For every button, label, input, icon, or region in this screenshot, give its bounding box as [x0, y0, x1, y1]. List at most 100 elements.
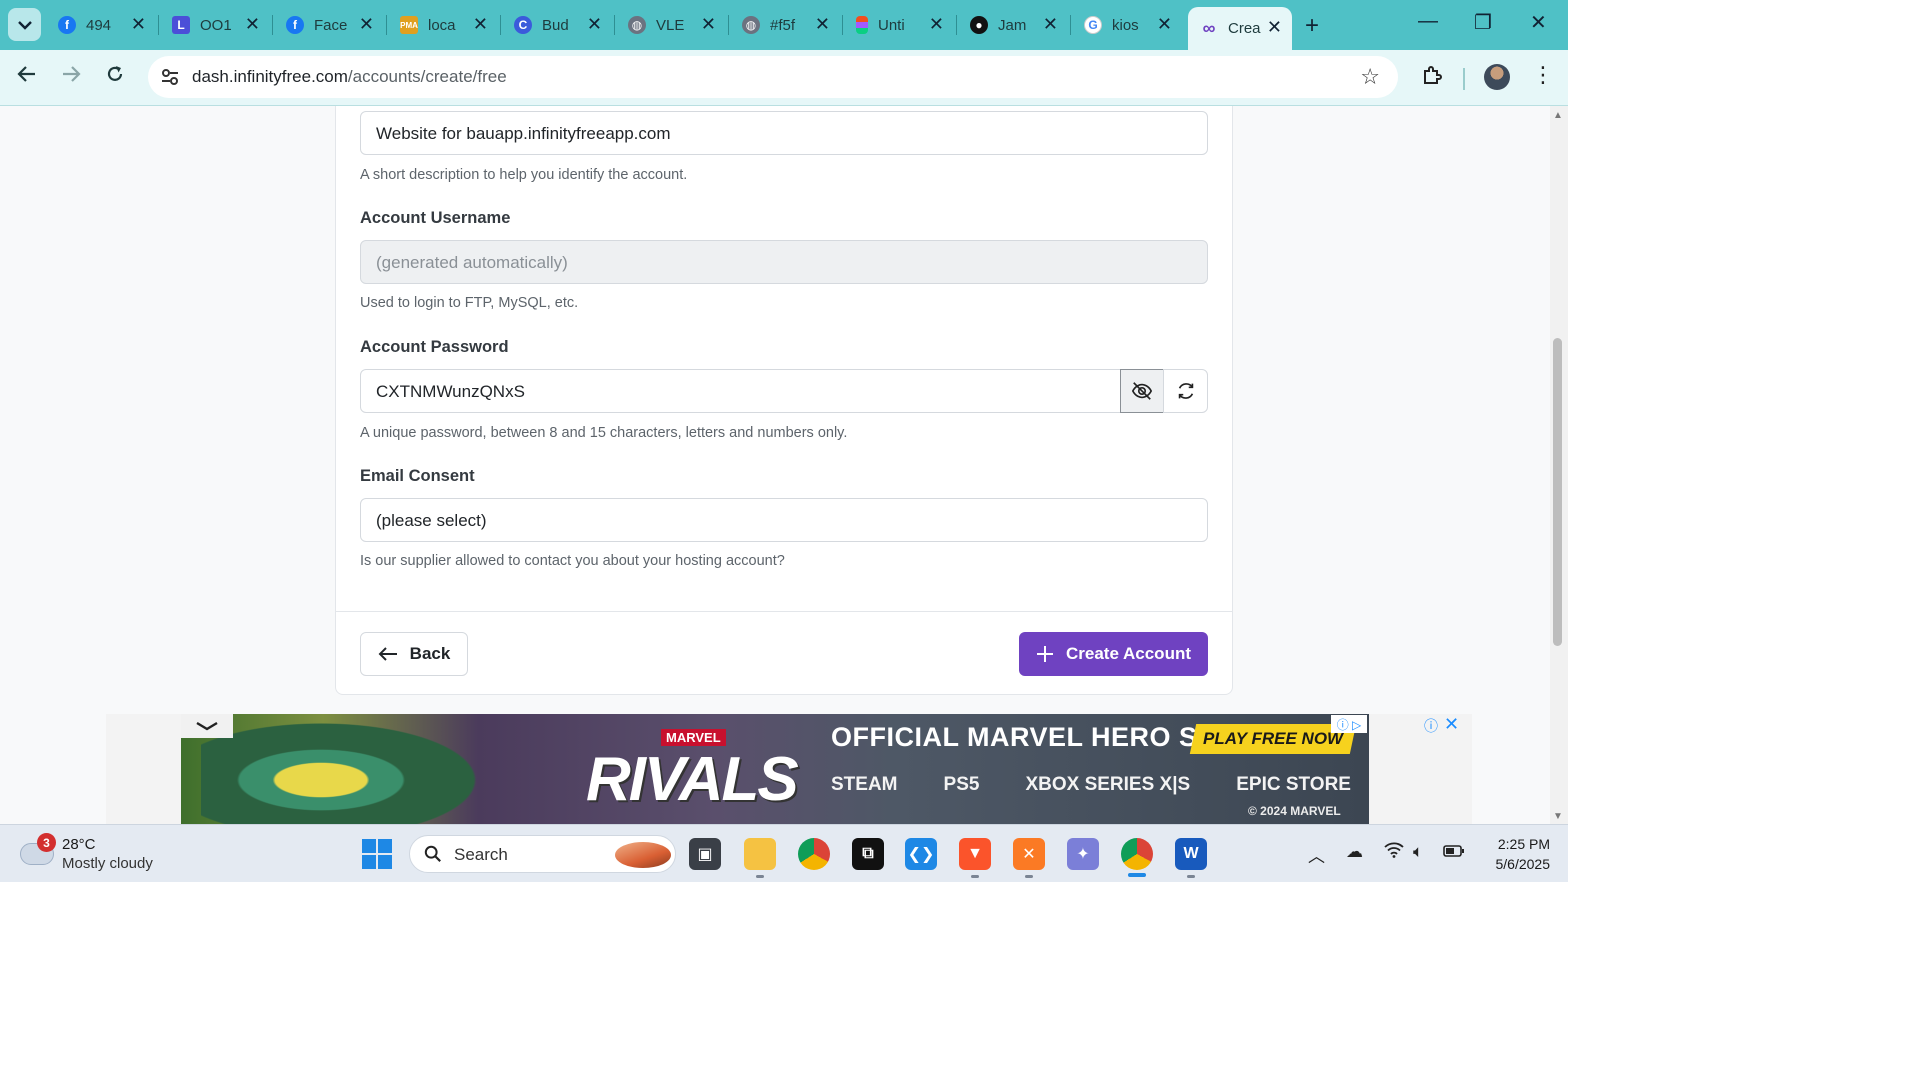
wifi-icon[interactable] [1384, 842, 1404, 863]
create-account-button[interactable]: Create Account [1019, 632, 1208, 676]
tab-infinityfree-active[interactable]: ∞ Crea ✕ [1188, 7, 1292, 50]
xampp-icon[interactable]: ✕ [1013, 838, 1045, 870]
browser-menu-icon[interactable]: ⋮ [1532, 62, 1554, 88]
scroll-up-arrow-icon[interactable]: ▲ [1553, 110, 1563, 121]
create-account-card: Website for bauapp.infinityfreeapp.com A… [335, 106, 1233, 695]
minimize-icon[interactable]: — [1418, 10, 1438, 33]
tab-title: Bud [542, 16, 569, 34]
close-tab-icon[interactable]: ✕ [701, 14, 716, 35]
file-explorer-icon[interactable] [744, 838, 776, 870]
ad-copyright: © 2024 MARVEL [1248, 804, 1341, 818]
close-tab-icon[interactable]: ✕ [473, 14, 488, 35]
close-tab-icon[interactable]: ✕ [1157, 14, 1172, 35]
windows-start-icon[interactable] [362, 839, 392, 869]
network-app-icon[interactable]: ✦ [1067, 838, 1099, 870]
system-clock[interactable]: 2:25 PM 5/6/2025 [1480, 834, 1551, 874]
arrow-left-icon [378, 647, 397, 661]
email-consent-select[interactable]: (please select) [360, 498, 1208, 542]
password-input[interactable]: CXTNMWunzQNxS [360, 369, 1121, 413]
tab-separator [614, 15, 615, 35]
back-button[interactable]: Back [360, 632, 468, 676]
ad-platform-steam: STEAM [831, 774, 898, 795]
close-tab-icon[interactable]: ✕ [359, 14, 374, 35]
tab-separator [386, 15, 387, 35]
tab-phpmyadmin[interactable]: PMA loca ✕ [388, 9, 498, 41]
adchoices-icon[interactable]: ⓘ ▷ [1331, 715, 1367, 733]
word-icon[interactable]: W [1175, 838, 1207, 870]
regenerate-password-button[interactable] [1163, 369, 1208, 413]
refresh-icon [1178, 383, 1193, 399]
close-tab-icon[interactable]: ✕ [245, 14, 260, 35]
toolbar-divider [1463, 68, 1465, 90]
url-host: dash.infinityfree.com [192, 67, 348, 86]
page-scrollbar[interactable]: ▲ ▼ [1550, 106, 1568, 824]
tab-facebook-1[interactable]: f 494 ✕ [46, 9, 156, 41]
volume-icon[interactable]: 🔈︎ [1413, 842, 1423, 862]
globe-icon: ◍ [742, 16, 760, 34]
google-icon: G [1084, 16, 1102, 34]
battery-icon[interactable] [1443, 842, 1465, 862]
ad-container: MARVEL RIVALS OFFICIAL MARVEL HERO SHOOT… [106, 714, 1472, 824]
tab-color[interactable]: ◍ #f5f ✕ [730, 9, 840, 41]
tab-separator [956, 15, 957, 35]
vscode-icon[interactable]: ❮❯ [905, 838, 937, 870]
tab-title: OO1 [200, 16, 232, 34]
toggle-visibility-button[interactable] [1120, 369, 1164, 413]
email-consent-label: Email Consent [360, 467, 475, 485]
phpmyadmin-icon: PMA [400, 16, 418, 34]
tab-strip: f 494 ✕ L OO1 ✕ f Face ✕ PMA loca ✕ C Bu… [0, 0, 1568, 50]
tab-canva[interactable]: C Bud ✕ [502, 9, 612, 41]
ad-collapse-button[interactable] [181, 714, 233, 738]
close-tab-icon[interactable]: ✕ [131, 14, 146, 35]
chevron-down-icon [17, 20, 32, 30]
address-bar[interactable]: dash.infinityfree.com/accounts/create/fr… [148, 56, 1398, 98]
close-tab-icon[interactable]: ✕ [1267, 17, 1282, 38]
close-tab-icon[interactable]: ✕ [1043, 14, 1058, 35]
close-tab-icon[interactable]: ✕ [587, 14, 602, 35]
password-label: Account Password [360, 338, 509, 356]
tab-title: 494 [86, 16, 112, 34]
ad-info-icon[interactable]: ⓘ [1424, 716, 1438, 736]
description-help: A short description to help you identify… [360, 167, 688, 183]
tab-linear[interactable]: L OO1 ✕ [160, 9, 270, 41]
tab-vle[interactable]: ◍ VLE ✕ [616, 9, 726, 41]
close-tab-icon[interactable]: ✕ [815, 14, 830, 35]
chrome-profile-icon[interactable] [1121, 838, 1153, 870]
tab-facebook-2[interactable]: f Face ✕ [274, 9, 384, 41]
windows-taskbar: 3 28°C Mostly cloudy Search ▣ ⧉ ❮❯ ▼ ✕ ✦… [0, 824, 1568, 882]
weather-widget[interactable]: 3 28°C Mostly cloudy [20, 833, 190, 875]
onedrive-error-icon[interactable]: ☁ [1346, 842, 1363, 862]
close-window-icon[interactable]: ✕ [1530, 10, 1547, 35]
app-running-indicator [971, 875, 979, 878]
task-view-icon[interactable]: ▣ [689, 838, 721, 870]
extensions-puzzle-icon[interactable] [1420, 64, 1444, 88]
search-highlight-image [615, 842, 671, 868]
scroll-thumb[interactable] [1553, 338, 1562, 646]
forward-arrow-icon[interactable] [61, 64, 81, 90]
ad-close-icon[interactable]: ✕ [1444, 714, 1459, 735]
tab-github[interactable]: ● Jam ✕ [958, 9, 1068, 41]
brave-icon[interactable]: ▼ [959, 838, 991, 870]
description-input[interactable]: Website for bauapp.infinityfreeapp.com [360, 111, 1208, 155]
tab-figma[interactable]: Unti ✕ [844, 9, 954, 41]
ad-platform-epic: EPIC STORE [1236, 774, 1351, 795]
restore-icon[interactable]: ❐ [1474, 10, 1492, 35]
close-tab-icon[interactable]: ✕ [929, 14, 944, 35]
taskbar-search[interactable]: Search [409, 835, 676, 873]
scroll-down-arrow-icon[interactable]: ▼ [1553, 811, 1563, 822]
show-hidden-icons-chevron-icon[interactable]: ︿ [1308, 842, 1325, 867]
create-account-label: Create Account [1065, 644, 1191, 663]
reload-icon[interactable] [105, 64, 125, 90]
tab-search-button[interactable] [8, 8, 41, 41]
bookmark-star-icon[interactable]: ☆ [1360, 64, 1380, 90]
linear-icon: L [172, 16, 190, 34]
chrome-icon[interactable] [798, 838, 830, 870]
tab-google[interactable]: G kios ✕ [1072, 9, 1182, 41]
site-info-icon[interactable] [160, 67, 180, 87]
ad-banner[interactable]: MARVEL RIVALS OFFICIAL MARVEL HERO SHOOT… [181, 714, 1369, 824]
github-icon: ● [970, 16, 988, 34]
back-arrow-icon[interactable] [17, 64, 37, 90]
new-tab-plus-icon[interactable]: + [1305, 12, 1319, 40]
capcut-icon[interactable]: ⧉ [852, 838, 884, 870]
profile-avatar[interactable] [1484, 64, 1510, 90]
